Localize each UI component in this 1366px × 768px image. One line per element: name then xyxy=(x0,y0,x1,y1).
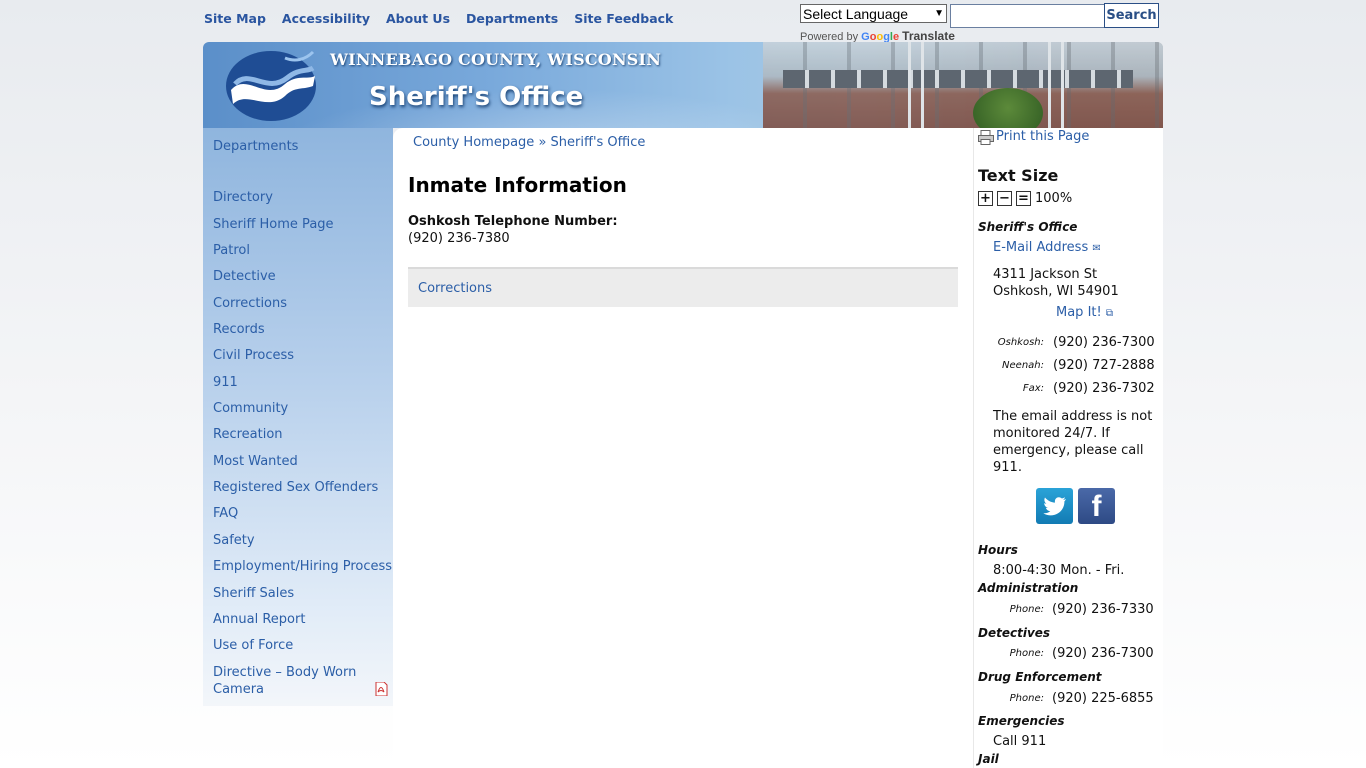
detectives-title: Detectives xyxy=(978,626,1051,640)
phone-value-fax: (920) 236-7302 xyxy=(1053,381,1155,396)
nav-recreation[interactable]: Recreation xyxy=(213,426,283,443)
language-select-value: Select Language xyxy=(803,5,909,22)
drug-enforcement-title: Drug Enforcement xyxy=(978,670,1102,684)
detectives-phone-label: Phone: xyxy=(1009,648,1044,659)
phone-label-neenah: Neenah: xyxy=(1002,360,1044,371)
nav-patrol[interactable]: Patrol xyxy=(213,242,250,259)
text-size-percent: 100% xyxy=(1035,191,1073,206)
nav-detective[interactable]: Detective xyxy=(213,268,276,285)
subpage-box: Corrections xyxy=(408,267,958,307)
departments-link[interactable]: Departments xyxy=(466,11,558,26)
email-link[interactable]: E-Mail Address ✉ xyxy=(993,240,1101,255)
left-nav: Departments Directory Sheriff Home Page … xyxy=(203,128,393,706)
nav-civil-process[interactable]: Civil Process xyxy=(213,347,294,364)
nav-body-worn-camera[interactable]: Directive – Body Worn Camera xyxy=(213,664,363,698)
right-sidebar: Print this Page Text Size + − = 100% She… xyxy=(974,128,1163,768)
chevron-down-icon: ▼ xyxy=(934,8,944,19)
twitter-icon[interactable] xyxy=(1036,488,1073,524)
pdf-icon xyxy=(375,681,388,700)
address-line-1: 4311 Jackson St xyxy=(993,267,1098,282)
reset-text-button[interactable]: = xyxy=(1016,191,1031,206)
nav-most-wanted[interactable]: Most Wanted xyxy=(213,453,298,470)
site-banner: WINNEBAGO COUNTY, WISCONSIN Sheriff's Of… xyxy=(203,42,1163,128)
nav-departments[interactable]: Departments xyxy=(213,138,298,155)
breadcrumb-separator: » xyxy=(538,135,547,150)
phone-value: (920) 236-7380 xyxy=(408,231,510,246)
printer-icon[interactable] xyxy=(978,130,994,149)
breadcrumb-current-link[interactable]: Sheriff's Office xyxy=(551,135,646,150)
about-us-link[interactable]: About Us xyxy=(386,11,450,26)
notice-line-2: monitored 24/7. If xyxy=(993,426,1110,441)
hours-title: Hours xyxy=(978,543,1018,557)
increase-text-button[interactable]: + xyxy=(978,191,993,206)
phone-label-fax: Fax: xyxy=(1022,383,1044,394)
nav-records[interactable]: Records xyxy=(213,321,265,338)
admin-phone-value: (920) 236-7330 xyxy=(1052,602,1154,617)
envelope-icon: ✉ xyxy=(1092,243,1101,254)
nav-use-of-force[interactable]: Use of Force xyxy=(213,637,293,654)
site-map-link[interactable]: Site Map xyxy=(204,11,266,26)
emergencies-title: Emergencies xyxy=(978,714,1065,728)
powered-by: Powered by Google Translate xyxy=(800,29,955,43)
nav-sheriff-sales[interactable]: Sheriff Sales xyxy=(213,585,294,602)
county-title: WINNEBAGO COUNTY, WISCONSIN xyxy=(330,50,662,69)
hours-value: 8:00-4:30 Mon. - Fri. xyxy=(993,563,1125,578)
language-select[interactable]: Select Language ▼ xyxy=(800,4,947,23)
map-it-link[interactable]: Map It! ⧉ xyxy=(1056,305,1113,320)
phone-value-neenah: (920) 727-2888 xyxy=(1053,358,1155,373)
breadcrumb-home-link[interactable]: County Homepage xyxy=(413,135,534,150)
print-page-link[interactable]: Print this Page xyxy=(996,129,1089,144)
office-title: Sheriff's Office xyxy=(369,82,584,112)
main-content: County Homepage » Sheriff's Office Inmat… xyxy=(393,128,973,768)
nav-employment[interactable]: Employment/Hiring Process xyxy=(213,558,392,575)
nav-annual-report[interactable]: Annual Report xyxy=(213,611,305,628)
corrections-link[interactable]: Corrections xyxy=(418,281,492,296)
breadcrumb: County Homepage » Sheriff's Office xyxy=(413,135,645,150)
drug-phone-value: (920) 225-6855 xyxy=(1052,691,1154,706)
notice-line-1: The email address is not xyxy=(993,409,1153,424)
site-feedback-link[interactable]: Site Feedback xyxy=(574,11,673,26)
text-size-title: Text Size xyxy=(978,166,1059,185)
drug-phone-label: Phone: xyxy=(1009,693,1044,704)
office-name: Sheriff's Office xyxy=(978,220,1078,234)
nav-community[interactable]: Community xyxy=(213,400,288,417)
administration-title: Administration xyxy=(978,581,1079,595)
nav-directory[interactable]: Directory xyxy=(213,189,273,206)
phone-label-oshkosh: Oshkosh: xyxy=(997,337,1044,348)
nav-faq[interactable]: FAQ xyxy=(213,505,238,522)
admin-phone-label: Phone: xyxy=(1009,604,1044,615)
nav-sex-offenders[interactable]: Registered Sex Offenders xyxy=(213,479,378,496)
decrease-text-button[interactable]: − xyxy=(997,191,1012,206)
phone-value-oshkosh: (920) 236-7300 xyxy=(1053,335,1155,350)
notice-line-4: 911. xyxy=(993,460,1022,475)
accessibility-link[interactable]: Accessibility xyxy=(282,11,370,26)
page-title: Inmate Information xyxy=(408,173,627,197)
jail-title: Jail xyxy=(978,752,999,766)
email-label: E-Mail Address xyxy=(993,240,1089,255)
search-button[interactable]: Search xyxy=(1104,3,1159,28)
nav-safety[interactable]: Safety xyxy=(213,532,255,549)
notice-line-3: emergency, please call xyxy=(993,443,1144,458)
phone-label: Oshkosh Telephone Number: xyxy=(408,214,618,229)
county-logo[interactable] xyxy=(225,50,317,126)
google-translate: Select Language ▼ Powered by Google Tran… xyxy=(800,4,955,43)
search-input[interactable] xyxy=(950,4,1105,28)
social-links: f xyxy=(1036,488,1115,524)
external-link-icon: ⧉ xyxy=(1105,308,1113,319)
translate-link[interactable]: Translate xyxy=(902,29,955,43)
nav-911[interactable]: 911 xyxy=(213,374,238,391)
nav-corrections[interactable]: Corrections xyxy=(213,295,287,312)
map-it-label: Map It! xyxy=(1056,305,1102,320)
utility-nav: Site Map Accessibility About Us Departme… xyxy=(204,11,673,26)
facebook-icon[interactable]: f xyxy=(1078,488,1115,524)
detectives-phone-value: (920) 236-7300 xyxy=(1052,646,1154,661)
nav-sheriff-home[interactable]: Sheriff Home Page xyxy=(213,216,334,233)
address-line-2: Oshkosh, WI 54901 xyxy=(993,284,1119,299)
emergencies-value: Call 911 xyxy=(993,734,1047,749)
